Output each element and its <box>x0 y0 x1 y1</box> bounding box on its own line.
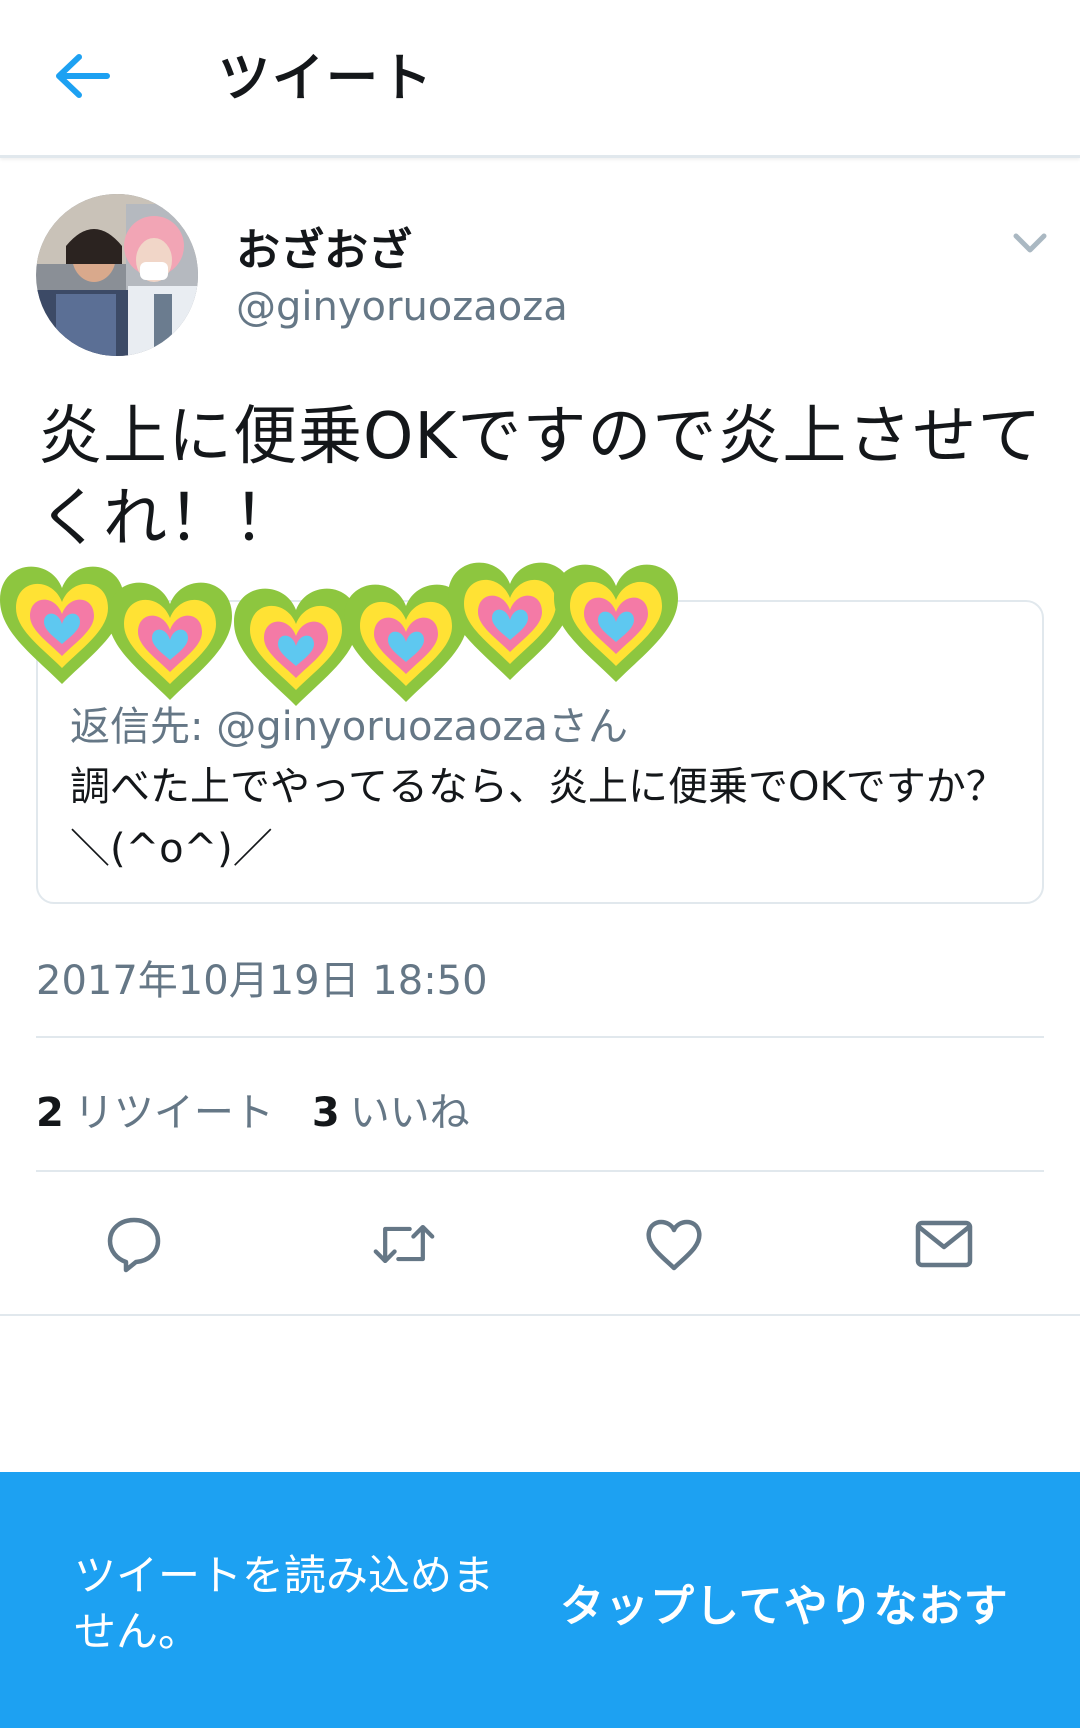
heart-stickers-overlay <box>0 556 700 716</box>
divider <box>36 1036 1044 1038</box>
reply-button[interactable] <box>102 1212 166 1276</box>
divider <box>0 1314 1080 1316</box>
load-error-message: ツイートを読み込めません。 <box>74 1551 495 1656</box>
tweet-text: 炎上に便乗OKですので炎上させてくれ！！ <box>38 400 1043 556</box>
like-label: いいね <box>349 1090 470 1136</box>
back-button[interactable] <box>50 44 114 108</box>
like-count: 3 <box>311 1090 340 1136</box>
author-display-name[interactable]: おざおざ <box>236 214 412 278</box>
heart-sticker <box>448 562 572 680</box>
retweet-label: リツイート <box>73 1090 274 1136</box>
like-button[interactable] <box>642 1212 706 1276</box>
tweet-stats: 2 リツイート 3 いいね <box>36 1080 470 1138</box>
load-error-banner: ツイートを読み込めません。 タップしてやりなおす <box>0 1472 1080 1728</box>
chevron-down-icon[interactable] <box>1008 220 1052 264</box>
heart-sticker <box>554 564 678 682</box>
avatar[interactable] <box>36 194 198 356</box>
divider <box>36 1170 1044 1172</box>
author-handle[interactable]: @ginyoruozaoza <box>236 284 568 330</box>
like-stat[interactable]: 3 いいね <box>312 1090 470 1136</box>
tweet-timestamp: 2017年10月19日 18:50 <box>36 958 488 1004</box>
retweet-stat[interactable]: 2 リツイート <box>36 1090 312 1136</box>
retweet-icon <box>373 1224 435 1264</box>
retweet-count: 2 <box>36 1090 64 1136</box>
heart-sticker <box>108 582 232 700</box>
envelope-icon <box>915 1220 973 1268</box>
reply-icon <box>107 1217 161 1273</box>
page-title: ツイート <box>218 49 435 109</box>
heart-sticker <box>234 588 358 706</box>
arrow-left-icon <box>56 54 110 98</box>
retweet-button[interactable] <box>372 1212 436 1276</box>
share-button[interactable] <box>912 1212 976 1276</box>
heart-icon <box>646 1219 702 1271</box>
header-bar: ツイート <box>0 0 1080 158</box>
quoted-tweet-text: 調べた上でやってるなら、炎上に便乗でOKですか？＼(^o^)／ <box>70 764 1006 872</box>
heart-sticker <box>0 566 124 684</box>
retry-button[interactable]: タップしてやりなおす <box>560 1570 1009 1634</box>
